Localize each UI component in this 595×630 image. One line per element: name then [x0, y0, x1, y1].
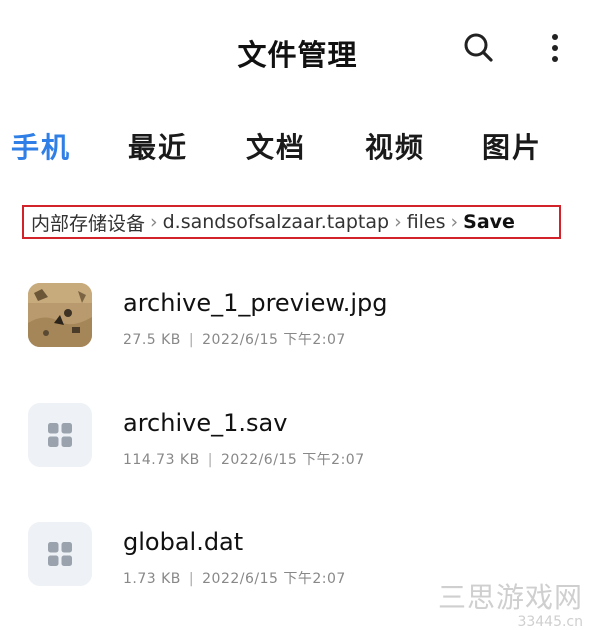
tab-documents[interactable]: 文档	[246, 126, 306, 166]
file-size: 27.5 KB	[123, 332, 181, 348]
file-name: archive_1_preview.jpg	[123, 289, 388, 317]
watermark-title: 三思游戏网	[437, 581, 583, 614]
search-button[interactable]	[459, 30, 499, 70]
chevron-right-icon: ›	[394, 211, 402, 233]
chevron-right-icon: ›	[150, 211, 158, 233]
meta-separator: |	[188, 571, 195, 587]
search-icon	[462, 31, 496, 69]
breadcrumb-item-app-folder[interactable]: d.sandsofsalzaar.taptap	[163, 211, 389, 233]
file-list-item[interactable]: archive_1.sav 114.73 KB | 2022/6/15 下午2:07	[28, 403, 568, 473]
watermark: 三思游戏网 33445.cn	[438, 576, 583, 630]
app-header: 文件管理	[0, 0, 595, 104]
file-name: archive_1.sav	[123, 409, 288, 437]
breadcrumb: 内部存储设备 › d.sandsofsalzaar.taptap › files…	[22, 205, 561, 239]
breadcrumb-item-internal-storage[interactable]: 内部存储设备	[31, 209, 145, 236]
file-meta: 1.73 KB | 2022/6/15 下午2:07	[123, 568, 346, 588]
file-name: global.dat	[123, 528, 244, 556]
tab-phone[interactable]: 手机	[11, 126, 71, 166]
file-date: 2022/6/15 下午2:07	[202, 571, 346, 587]
grid-file-icon	[28, 522, 92, 586]
breadcrumb-item-files[interactable]: files	[407, 211, 446, 233]
image-thumbnail	[28, 283, 92, 347]
breadcrumb-item-save[interactable]: Save	[463, 211, 515, 233]
file-date: 2022/6/15 下午2:07	[220, 452, 365, 468]
file-size: 114.73 KB	[123, 452, 200, 468]
file-meta: 27.5 KB | 2022/6/15 下午2:07	[123, 329, 346, 349]
page-title: 文件管理	[237, 38, 358, 72]
tab-videos[interactable]: 视频	[365, 126, 425, 166]
tab-recent[interactable]: 最近	[128, 126, 188, 166]
tab-images[interactable]: 图片	[482, 126, 542, 166]
more-button[interactable]	[535, 30, 575, 70]
file-size: 1.73 KB	[123, 571, 181, 587]
file-date: 2022/6/15 下午2:07	[202, 332, 346, 348]
meta-separator: |	[188, 332, 195, 348]
meta-separator: |	[207, 452, 213, 468]
chevron-right-icon: ›	[450, 211, 459, 233]
file-meta: 114.73 KB | 2022/6/15 下午2:07	[123, 449, 365, 469]
category-tabs: 手机 最近 文档 视频 图片	[0, 120, 595, 170]
more-vertical-icon	[550, 33, 560, 67]
grid-file-icon	[28, 403, 92, 467]
file-list-item[interactable]: archive_1_preview.jpg 27.5 KB | 2022/6/15 …	[28, 283, 568, 353]
